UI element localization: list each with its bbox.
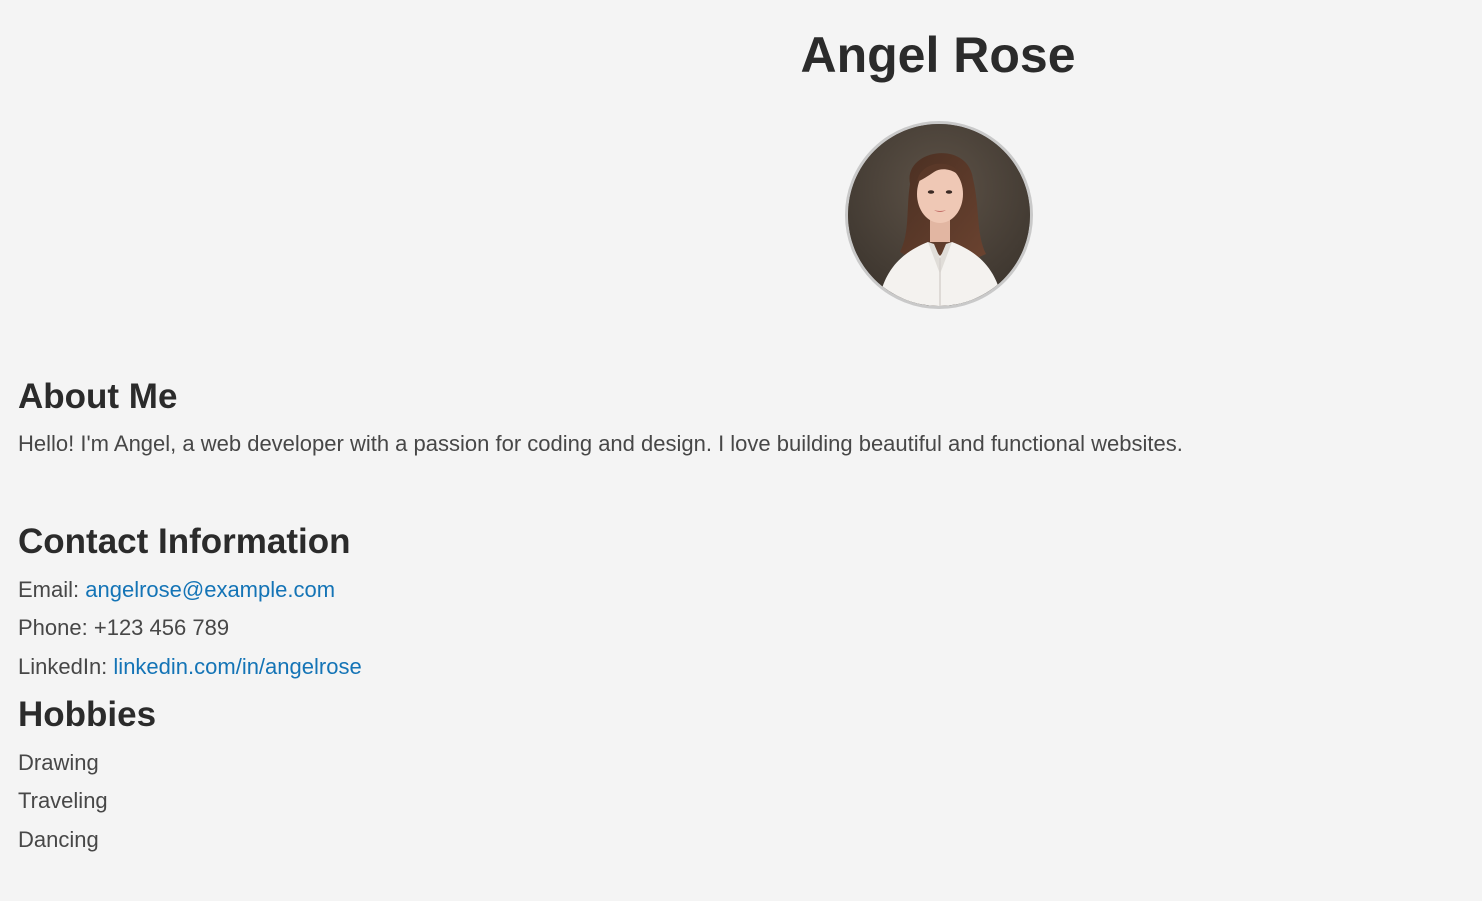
hobby-item: Dancing xyxy=(18,827,99,852)
hobby-item: Drawing xyxy=(18,750,99,775)
email-link[interactable]: angelrose@example.com xyxy=(85,577,335,602)
contact-email-row: Email: angelrose@example.com xyxy=(18,576,335,604)
profile-name: Angel Rose xyxy=(800,27,1076,83)
phone-label: Phone: xyxy=(18,615,88,640)
hobby-item: Traveling xyxy=(18,788,108,813)
contact-heading: Contact Information xyxy=(18,522,351,561)
about-heading: About Me xyxy=(18,377,178,416)
hobbies-heading: Hobbies xyxy=(18,695,157,734)
contact-phone-row: Phone: +123 456 789 xyxy=(18,614,229,642)
email-label: Email: xyxy=(18,577,80,602)
avatar-portrait xyxy=(848,124,1030,306)
profile-page: Angel Rose About Me Hello! I'm Angel, a … xyxy=(0,0,1482,901)
contact-linkedin-row: LinkedIn: linkedin.com/in/angelrose xyxy=(18,653,362,681)
phone-value: +123 456 789 xyxy=(93,615,230,640)
linkedin-link[interactable]: linkedin.com/in/angelrose xyxy=(113,654,361,679)
linkedin-label: LinkedIn: xyxy=(18,654,108,679)
about-text: Hello! I'm Angel, a web developer with a… xyxy=(18,431,1183,456)
profile-avatar xyxy=(845,121,1033,309)
